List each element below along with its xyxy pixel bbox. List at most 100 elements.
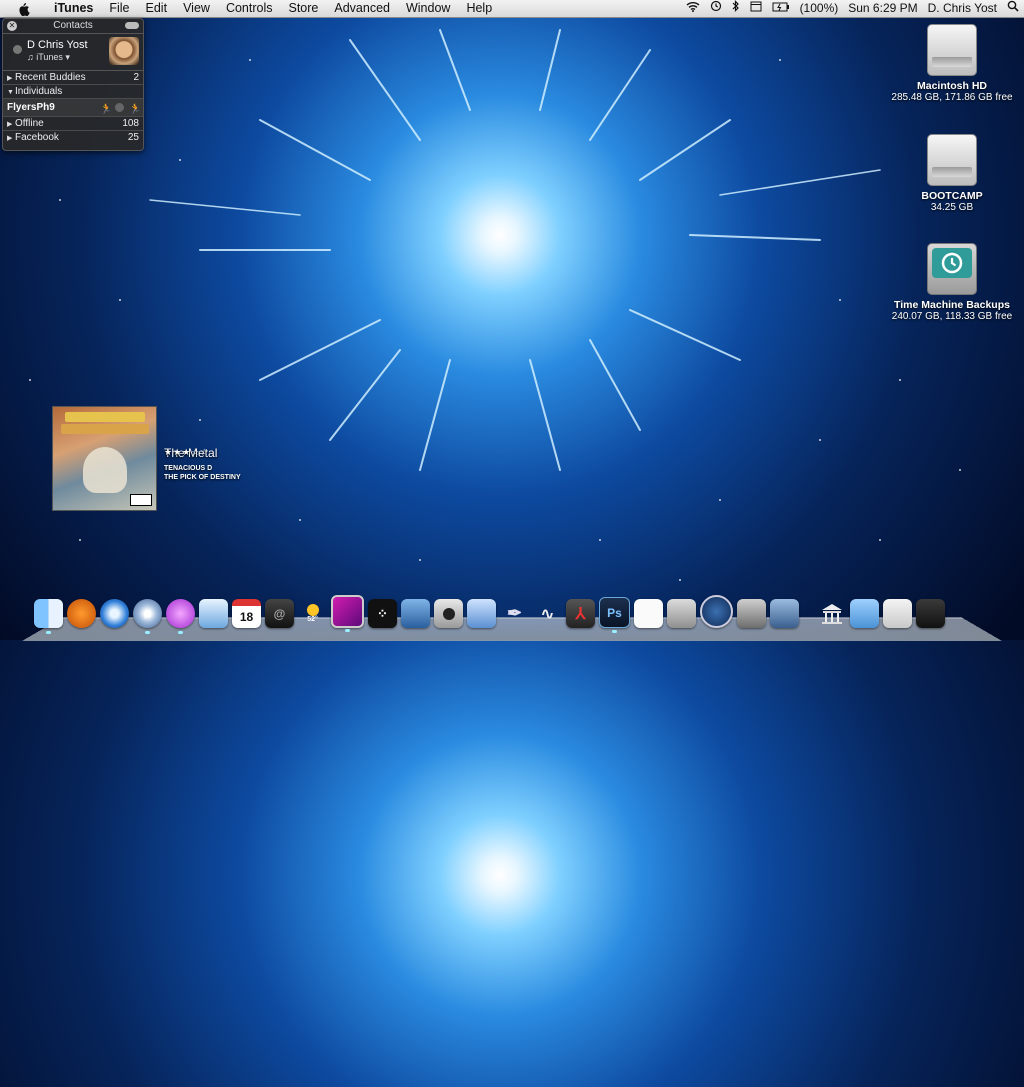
group-individuals[interactable]: ▼Individuals [3, 85, 143, 99]
ical-calendar-icon[interactable]: 18 [232, 599, 261, 628]
group-count: 25 [127, 132, 139, 143]
downloads-stack-icon[interactable] [883, 599, 912, 628]
parental-advisory-label [130, 494, 152, 506]
group-label: Recent Buddies [15, 72, 86, 83]
desktop-icon-info: 240.07 GB, 118.33 GB free [891, 311, 1013, 322]
app-menu-itunes[interactable]: iTunes [46, 0, 101, 17]
itunes-icon[interactable]: ♫ [133, 599, 162, 634]
hard-drive-icon [927, 24, 977, 76]
song-title: The Metal [164, 446, 218, 460]
disclosure-right-icon: ▶ [7, 75, 13, 82]
camera-lens-icon [442, 607, 455, 620]
desktop-wallpaper [29, 29, 961, 581]
address-book-icon[interactable]: @ [265, 599, 294, 628]
pen-icon[interactable]: ✒ [500, 599, 529, 628]
safari-icon[interactable] [100, 599, 129, 628]
group-label: Individuals [15, 86, 63, 97]
desktop-icon-info: 34.25 GB [930, 202, 974, 213]
battery-icon[interactable] [767, 0, 795, 17]
desktop-icon-label: BOOTCAMP [921, 190, 983, 202]
menubar-user[interactable]: D. Chris Yost [923, 0, 1002, 17]
song-rating[interactable]: ★★★☆☆ [164, 447, 1024, 1087]
applications-folder-icon[interactable] [850, 599, 879, 628]
time-machine-dock-icon[interactable] [700, 595, 733, 628]
wifi-icon[interactable] [681, 0, 705, 17]
preview-icon[interactable] [467, 599, 496, 628]
avatar[interactable] [109, 37, 139, 65]
close-icon[interactable]: ✕ [7, 21, 17, 31]
photoshop-label: Ps [607, 605, 622, 620]
script-editor-icon[interactable]: ∿ [533, 599, 562, 628]
time-machine-menu-icon[interactable] [705, 0, 727, 17]
my-status-menu[interactable]: ♫ iTunes ▾ [27, 52, 70, 63]
desktop-icon-macintosh-hd[interactable]: Macintosh HD 285.48 GB, 171.86 GB free [882, 24, 1022, 103]
artist-name: TENACIOUS D [164, 465, 213, 472]
group-facebook[interactable]: ▶ Facebook 25 [3, 131, 143, 144]
desktop-icon-label: Macintosh HD [916, 80, 987, 92]
album-art-subtitle-banner [61, 424, 149, 434]
firefox-icon[interactable] [67, 599, 96, 628]
desktop-icon-label: Time Machine Backups [894, 299, 1010, 311]
desktop-icon-time-machine[interactable]: Time Machine Backups 240.07 GB, 118.33 G… [882, 243, 1022, 322]
bluetooth-icon[interactable] [727, 0, 745, 17]
album-art-figure [83, 447, 127, 493]
menu-window[interactable]: Window [398, 0, 458, 17]
aim-running-man-icon: 🏃 [129, 104, 142, 115]
menu-help[interactable]: Help [458, 0, 500, 17]
desktop-icon-info: 285.48 GB, 171.86 GB free [891, 92, 1013, 103]
now-playing-info: The Metal ★★★☆☆ TENACIOUS D THE PICK OF … [164, 446, 241, 482]
automator-icon[interactable] [770, 599, 799, 628]
contacts-title: Contacts [53, 20, 93, 31]
availability-status-icon[interactable] [13, 45, 22, 54]
group-label: Offline [15, 118, 44, 129]
weather-temperature: 52° [307, 616, 318, 623]
my-name: D Chris Yost [27, 39, 88, 51]
weather-icon[interactable]: 52° [298, 599, 327, 628]
menu-controls[interactable]: Controls [218, 0, 281, 17]
idle-status-icon [115, 103, 124, 112]
group-offline[interactable]: ▶ Offline 108 [3, 117, 143, 131]
album-artwork[interactable] [52, 406, 157, 511]
textedit-icon[interactable] [634, 599, 663, 628]
album-art-title-banner [65, 412, 145, 422]
screen-app-icon[interactable] [331, 595, 364, 632]
calendar-day-number: 18 [239, 610, 254, 624]
hard-drive-icon [927, 134, 977, 186]
desktop-icon-bootcamp[interactable]: BOOTCAMP 34.25 GB [882, 134, 1022, 213]
acrobat-icon[interactable]: ⅄ [566, 599, 595, 628]
menu-file[interactable]: File [101, 0, 137, 17]
battery-percentage: (100%) [799, 1, 839, 15]
iphoto-icon[interactable] [401, 599, 430, 628]
photoshop-icon[interactable]: Ps [599, 597, 630, 633]
group-recent-buddies[interactable]: ▶ Recent Buddies 2 [3, 71, 143, 85]
disk-utility-icon[interactable] [737, 599, 766, 628]
group-count: 108 [122, 118, 139, 129]
sun-icon [306, 604, 319, 616]
finder-icon[interactable] [34, 599, 63, 634]
menu-view[interactable]: View [175, 0, 218, 17]
group-label: Facebook [15, 132, 59, 143]
system-utility-icon[interactable] [667, 599, 696, 628]
disclosure-down-icon: ▼ [7, 89, 14, 96]
calendar-menu-icon[interactable] [745, 0, 767, 17]
menu-advanced[interactable]: Advanced [326, 0, 398, 17]
photo-booth-icon[interactable] [434, 599, 463, 628]
menubar-clock[interactable]: Sun 6:29 PM [843, 0, 922, 17]
buddy-name: FlyersPh9 [7, 102, 55, 113]
spotlight-search-icon[interactable] [1002, 0, 1024, 17]
contacts-titlebar[interactable]: ✕ Contacts [3, 19, 143, 34]
my-status-panel: D Chris Yost ♫ iTunes ▾ [3, 34, 143, 71]
menu-bar: iTunes File Edit View Controls Store Adv… [0, 0, 1024, 18]
toolbar-toggle-button[interactable] [125, 22, 139, 29]
contacts-window: ✕ Contacts D Chris Yost ♫ iTunes ▾ ▶ Rece… [2, 18, 144, 151]
ichat-icon[interactable] [166, 599, 195, 634]
mail-stamp-icon[interactable] [199, 599, 228, 628]
trash-icon[interactable] [916, 599, 945, 628]
blackberry-icon[interactable]: ⁘ [368, 599, 397, 628]
apple-menu-icon[interactable] [0, 2, 46, 16]
dock: ♫ 18 @ 52° ⁘ ✒ ∿ ⅄ Ps [32, 592, 992, 634]
menu-edit[interactable]: Edit [138, 0, 176, 17]
buddy-row[interactable]: FlyersPh9 🏃 🏃 [3, 99, 143, 117]
library-icon[interactable] [817, 599, 846, 628]
menu-store[interactable]: Store [280, 0, 326, 17]
